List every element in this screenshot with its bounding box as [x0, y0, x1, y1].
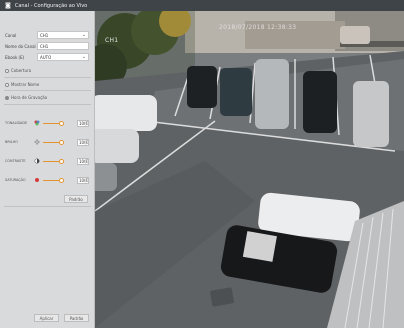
osd-timestamp: 2018/07/2018 12:38:33: [219, 24, 297, 31]
tonalidade-slider[interactable]: [43, 120, 64, 126]
ebook-label: Ebook (E): [5, 54, 25, 60]
contraste-slider[interactable]: [43, 158, 64, 164]
brightness-icon: [33, 139, 41, 145]
cobertura-radio[interactable]: [5, 68, 9, 73]
padrao-button[interactable]: Padrão: [64, 195, 88, 203]
canal-value: CH1: [40, 32, 49, 38]
padrao-bottom-button[interactable]: Padrão: [64, 314, 89, 322]
stepper-icon[interactable]: ▲ ▼: [85, 177, 88, 183]
mostrar-nome-label: Mostrar Nome: [11, 82, 40, 87]
saturation-icon: [33, 177, 41, 183]
hora-radio[interactable]: [5, 95, 9, 100]
saturacao-label: SATURAÇÃO: [5, 178, 26, 182]
ebook-row: Ebook (E) AUTO ⌄: [5, 53, 93, 61]
cobertura-label: Cobertura: [11, 68, 32, 73]
contrast-icon: [33, 158, 41, 164]
osd-channel-name: CH1: [105, 37, 119, 44]
mostrar-nome-radio[interactable]: [5, 82, 9, 87]
stepper-icon[interactable]: ▲ ▼: [85, 158, 88, 164]
ebook-select[interactable]: AUTO ⌄: [37, 53, 89, 61]
brilho-slider[interactable]: [43, 139, 64, 145]
nome-label: Nome do Canal: [5, 43, 36, 49]
contraste-label: CONTRASTE: [5, 159, 26, 163]
camera-scene: [95, 11, 404, 328]
title-bar: ◙ Canal - Configuração ao Vivo: [0, 0, 404, 11]
chevron-down-icon: ⌄: [81, 32, 86, 38]
saturacao-value[interactable]: 100 ▲ ▼: [77, 176, 89, 184]
divider: [4, 206, 91, 207]
hue-icon: [33, 120, 41, 126]
saturacao-row: SATURAÇÃO 100 ▲ ▼: [5, 176, 93, 184]
saturacao-slider-handle[interactable]: [59, 177, 64, 183]
brilho-slider-handle[interactable]: [59, 139, 64, 145]
chevron-down-icon: ⌄: [81, 54, 86, 60]
hora-option[interactable]: Hora de Gravação: [5, 94, 47, 101]
tonalidade-value[interactable]: 100 ▲ ▼: [77, 119, 89, 127]
settings-panel: Canal CH1 ⌄ Nome do Canal CH1 Ebook (E) …: [0, 11, 95, 328]
brilho-value[interactable]: 100 ▲ ▼: [77, 138, 89, 146]
canal-label: Canal: [5, 32, 17, 38]
divider: [4, 77, 91, 78]
divider: [4, 104, 91, 105]
tonalidade-label: TONALIDADE: [5, 121, 28, 125]
stepper-icon[interactable]: ▲ ▼: [85, 120, 88, 126]
canal-row: Canal CH1 ⌄: [5, 31, 93, 39]
cobertura-option[interactable]: Cobertura: [5, 67, 31, 74]
nome-input[interactable]: CH1: [37, 42, 89, 50]
divider: [4, 90, 91, 91]
saturacao-slider[interactable]: [43, 177, 64, 183]
ebook-value: AUTO: [40, 54, 52, 60]
hora-label: Hora de Gravação: [11, 95, 48, 100]
brilho-label: BRILHO: [5, 140, 18, 144]
nome-row: Nome do Canal CH1: [5, 42, 93, 50]
contraste-row: CONTRASTE 100 ▲ ▼: [5, 157, 93, 165]
tonalidade-row: TONALIDADE 100 ▲ ▼: [5, 119, 93, 127]
aplicar-button[interactable]: Aplicar: [34, 314, 59, 322]
mostrar-nome-option[interactable]: Mostrar Nome: [5, 81, 39, 88]
camera-logo-icon: ◙: [5, 2, 11, 9]
canal-select[interactable]: CH1 ⌄: [37, 31, 89, 39]
tonalidade-slider-handle[interactable]: [59, 120, 64, 126]
window-title: Canal - Configuração ao Vivo: [14, 2, 88, 9]
stepper-icon[interactable]: ▲ ▼: [85, 139, 88, 145]
contraste-slider-handle[interactable]: [59, 158, 64, 164]
brilho-row: BRILHO 100 ▲ ▼: [5, 138, 93, 146]
contraste-value[interactable]: 100 ▲ ▼: [77, 157, 89, 165]
camera-live-view[interactable]: CH1 2018/07/2018 12:38:33: [95, 11, 404, 328]
